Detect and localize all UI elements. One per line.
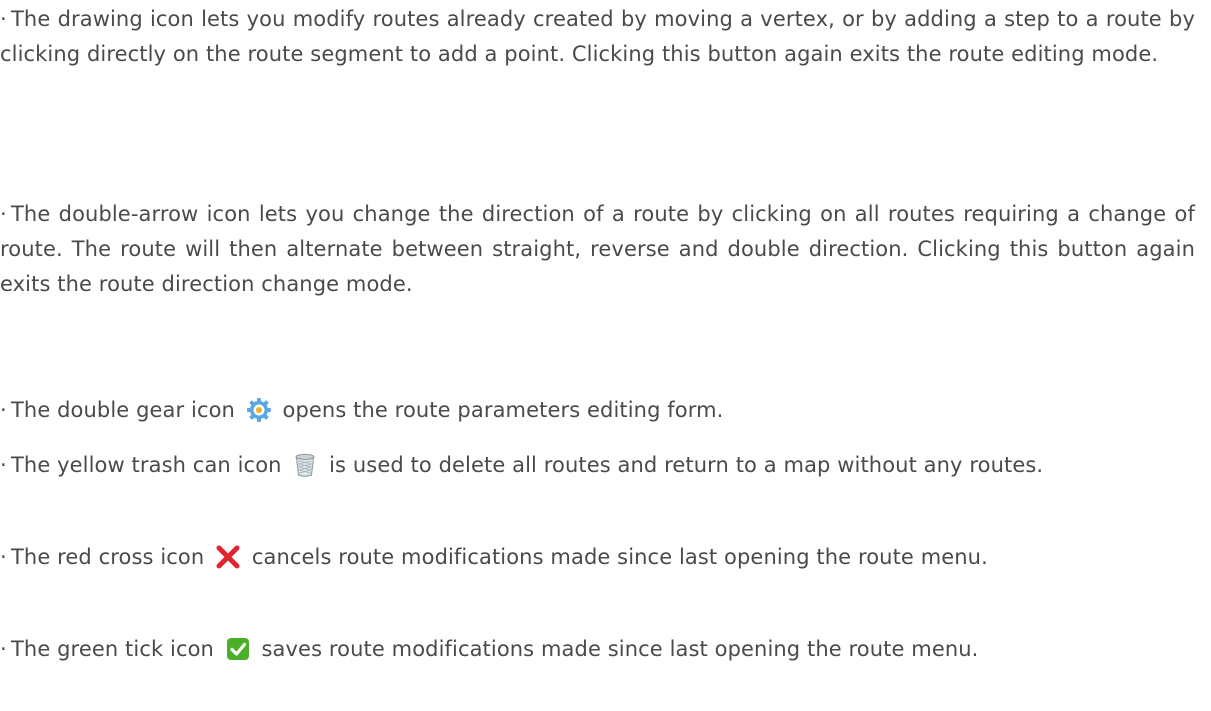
bullet-text-before: The double gear icon <box>11 398 235 422</box>
bullet-dot: · <box>0 398 7 422</box>
bullet-text-after: is used to delete all routes and return … <box>329 453 1044 477</box>
bullet-text: The double-arrow icon lets you change th… <box>0 202 1195 296</box>
bullet-item-red-cross: · The red cross icon cancels route modifi… <box>0 540 1195 575</box>
bullet-dot: · <box>0 7 7 31</box>
bullet-text-after: opens the route parameters editing form. <box>282 398 724 422</box>
bullet-item-drawing: · The drawing icon lets you modify routes… <box>0 2 1195 72</box>
bullet-text-before: The yellow trash can icon <box>11 453 282 477</box>
bullet-dot: · <box>0 202 7 226</box>
bullet-text-before: The red cross icon <box>11 545 205 569</box>
bullet-text-after: saves route modifications made since las… <box>261 637 979 661</box>
route-menu-help-list: · The drawing icon lets you modify routes… <box>0 0 1211 711</box>
bullet-text-after: cancels route modifications made since l… <box>251 545 988 569</box>
double-gear-icon <box>246 397 272 423</box>
bullet-item-double-arrow: · The double-arrow icon lets you change t… <box>0 197 1195 302</box>
bullet-dot: · <box>0 545 7 569</box>
green-tick-icon <box>225 636 251 662</box>
bullet-item-trash: · The yellow trash can icon is used to de… <box>0 448 1195 483</box>
red-cross-icon <box>215 544 241 570</box>
bullet-text-before: The green tick icon <box>11 637 214 661</box>
bullet-item-double-gear: · The double gear icon opens the route pa… <box>0 393 1195 428</box>
bullet-dot: · <box>0 637 7 661</box>
bullet-item-green-tick: · The green tick icon saves route modific… <box>0 632 1195 667</box>
bullet-dot: · <box>0 453 7 477</box>
trash-can-icon <box>292 452 318 478</box>
bullet-text: The drawing icon lets you modify routes … <box>0 7 1195 66</box>
